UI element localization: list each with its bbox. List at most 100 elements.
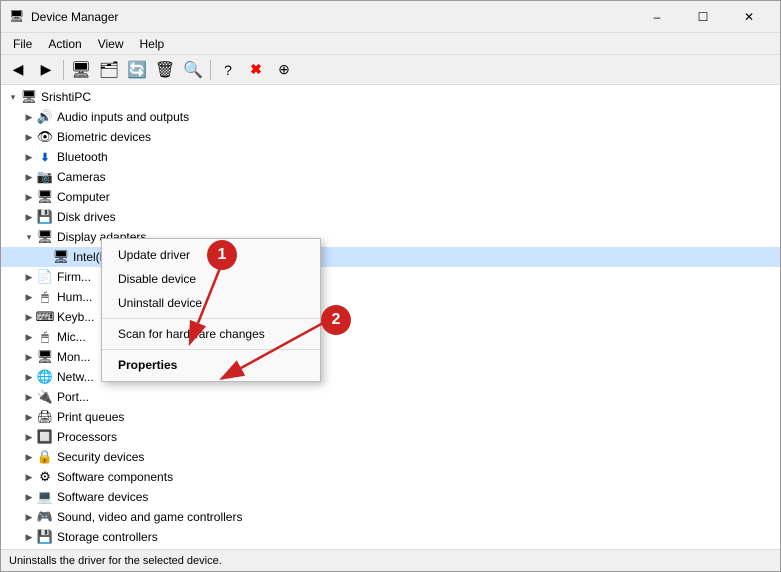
hid-expand[interactable]: ▶ [21, 289, 37, 305]
tree-item-system[interactable]: ▶ ⚙ System devices [1, 547, 780, 549]
menu-action[interactable]: Action [40, 35, 89, 53]
status-bar: Uninstalls the driver for the selected d… [1, 549, 780, 571]
ctx-sep-2 [102, 349, 320, 350]
firmware-label: Firm... [57, 270, 91, 284]
firmware-expand[interactable]: ▶ [21, 269, 37, 285]
security-label: Security devices [57, 450, 144, 464]
monitors-expand[interactable]: ▶ [21, 349, 37, 365]
tree-item-swcomp[interactable]: ▶ ⚙ Software components [1, 467, 780, 487]
main-area: ▾ 🖥 SrishtiPC ▶ 🔊 Audio inputs and outpu… [1, 85, 780, 549]
ctx-properties[interactable]: Properties [102, 353, 320, 377]
audio-icon: 🔊 [37, 109, 53, 125]
bluetooth-icon: ⬇ [37, 149, 53, 165]
disk-expand[interactable]: ▶ [21, 209, 37, 225]
disk-label: Disk drives [57, 210, 116, 224]
print-expand[interactable]: ▶ [21, 409, 37, 425]
network-label: Netw... [57, 370, 94, 384]
biometric-expand[interactable]: ▶ [21, 129, 37, 145]
toolbar-separator-2 [210, 60, 211, 80]
sound-expand[interactable]: ▶ [21, 509, 37, 525]
tree-item-storage[interactable]: ▶ 💾 Storage controllers [1, 527, 780, 547]
tree-item-security[interactable]: ▶ 🔒 Security devices [1, 447, 780, 467]
device-manager-toolbar-btn[interactable]: 🖥 [68, 58, 94, 82]
toolbar: ◀ ▶ 🖥 🗂 🔄 🗑 🔍 ? ✖ ⊕ [1, 55, 780, 85]
mice-expand[interactable]: ▶ [21, 329, 37, 345]
tree-item-ports[interactable]: ▶ 🔌 Port... [1, 387, 780, 407]
swdev-expand[interactable]: ▶ [21, 489, 37, 505]
swdev-icon: 💻 [37, 489, 53, 505]
swcomp-expand[interactable]: ▶ [21, 469, 37, 485]
tree-item-cameras[interactable]: ▶ 📷 Cameras [1, 167, 780, 187]
display-icon: 🖥 [37, 229, 53, 245]
uninstall-btn[interactable]: 🗑 [152, 58, 178, 82]
back-button[interactable]: ◀ [5, 58, 31, 82]
properties-toolbar-btn[interactable]: 🗂 [96, 58, 122, 82]
print-label: Print queues [57, 410, 124, 424]
cameras-icon: 📷 [37, 169, 53, 185]
keyboard-expand[interactable]: ▶ [21, 309, 37, 325]
sound-icon: 🎮 [37, 509, 53, 525]
tree-item-sound[interactable]: ▶ 🎮 Sound, video and game controllers [1, 507, 780, 527]
firmware-icon: 📄 [37, 269, 53, 285]
window-icon: 🖥 [9, 9, 25, 25]
processors-expand[interactable]: ▶ [21, 429, 37, 445]
root-expand[interactable]: ▾ [5, 89, 21, 105]
menu-bar: File Action View Help [1, 33, 780, 55]
tree-root[interactable]: ▾ 🖥 SrishtiPC [1, 87, 780, 107]
minimize-button[interactable]: – [634, 1, 680, 33]
audio-expand[interactable]: ▶ [21, 109, 37, 125]
hid-label: Hum... [57, 290, 92, 304]
biometric-icon: 👁 [37, 129, 53, 145]
tree-item-disk[interactable]: ▶ 💾 Disk drives [1, 207, 780, 227]
cameras-expand[interactable]: ▶ [21, 169, 37, 185]
storage-expand[interactable]: ▶ [21, 529, 37, 545]
ports-expand[interactable]: ▶ [21, 389, 37, 405]
tree-item-computer[interactable]: ▶ 🖥 Computer [1, 187, 780, 207]
cameras-label: Cameras [57, 170, 106, 184]
forward-button[interactable]: ▶ [33, 58, 59, 82]
processors-label: Processors [57, 430, 117, 444]
ctx-disable-device[interactable]: Disable device [102, 267, 320, 291]
window-title: Device Manager [31, 10, 634, 24]
tree-item-audio[interactable]: ▶ 🔊 Audio inputs and outputs [1, 107, 780, 127]
computer-expand[interactable]: ▶ [21, 189, 37, 205]
display-expand[interactable]: ▾ [21, 229, 37, 245]
root-label: SrishtiPC [41, 90, 91, 104]
scan-hardware-btn[interactable]: 🔍 [180, 58, 206, 82]
disk-icon: 💾 [37, 209, 53, 225]
menu-file[interactable]: File [5, 35, 40, 53]
gpu-icon: 🖥 [53, 249, 69, 265]
add-btn[interactable]: ⊕ [271, 58, 297, 82]
keyboard-icon: ⌨ [37, 309, 53, 325]
help-btn[interactable]: ? [215, 58, 241, 82]
mice-label: Mic... [57, 330, 86, 344]
ctx-update-driver[interactable]: Update driver [102, 243, 320, 267]
keyboard-label: Keyb... [57, 310, 94, 324]
ctx-scan-hardware[interactable]: Scan for hardware changes [102, 322, 320, 346]
ctx-sep-1 [102, 318, 320, 319]
tree-item-biometric[interactable]: ▶ 👁 Biometric devices [1, 127, 780, 147]
biometric-label: Biometric devices [57, 130, 151, 144]
tree-item-processors[interactable]: ▶ 🔲 Processors [1, 427, 780, 447]
ports-icon: 🔌 [37, 389, 53, 405]
update-driver-btn[interactable]: 🔄 [124, 58, 150, 82]
tree-item-bluetooth[interactable]: ▶ ⬇ Bluetooth [1, 147, 780, 167]
bluetooth-label: Bluetooth [57, 150, 108, 164]
bluetooth-expand[interactable]: ▶ [21, 149, 37, 165]
maximize-button[interactable]: ☐ [680, 1, 726, 33]
storage-icon: 💾 [37, 529, 53, 545]
tree-item-swdev[interactable]: ▶ 💻 Software devices [1, 487, 780, 507]
menu-help[interactable]: Help [132, 35, 173, 53]
network-icon: 🌐 [37, 369, 53, 385]
ctx-uninstall-device[interactable]: Uninstall device [102, 291, 320, 315]
close-button[interactable]: ✕ [726, 1, 772, 33]
mice-icon: 🖱 [37, 329, 53, 345]
tree-item-print[interactable]: ▶ 🖨 Print queues [1, 407, 780, 427]
storage-label: Storage controllers [57, 530, 158, 544]
network-expand[interactable]: ▶ [21, 369, 37, 385]
monitors-label: Mon... [57, 350, 90, 364]
security-expand[interactable]: ▶ [21, 449, 37, 465]
audio-label: Audio inputs and outputs [57, 110, 189, 124]
menu-view[interactable]: View [90, 35, 132, 53]
disable-btn[interactable]: ✖ [243, 58, 269, 82]
